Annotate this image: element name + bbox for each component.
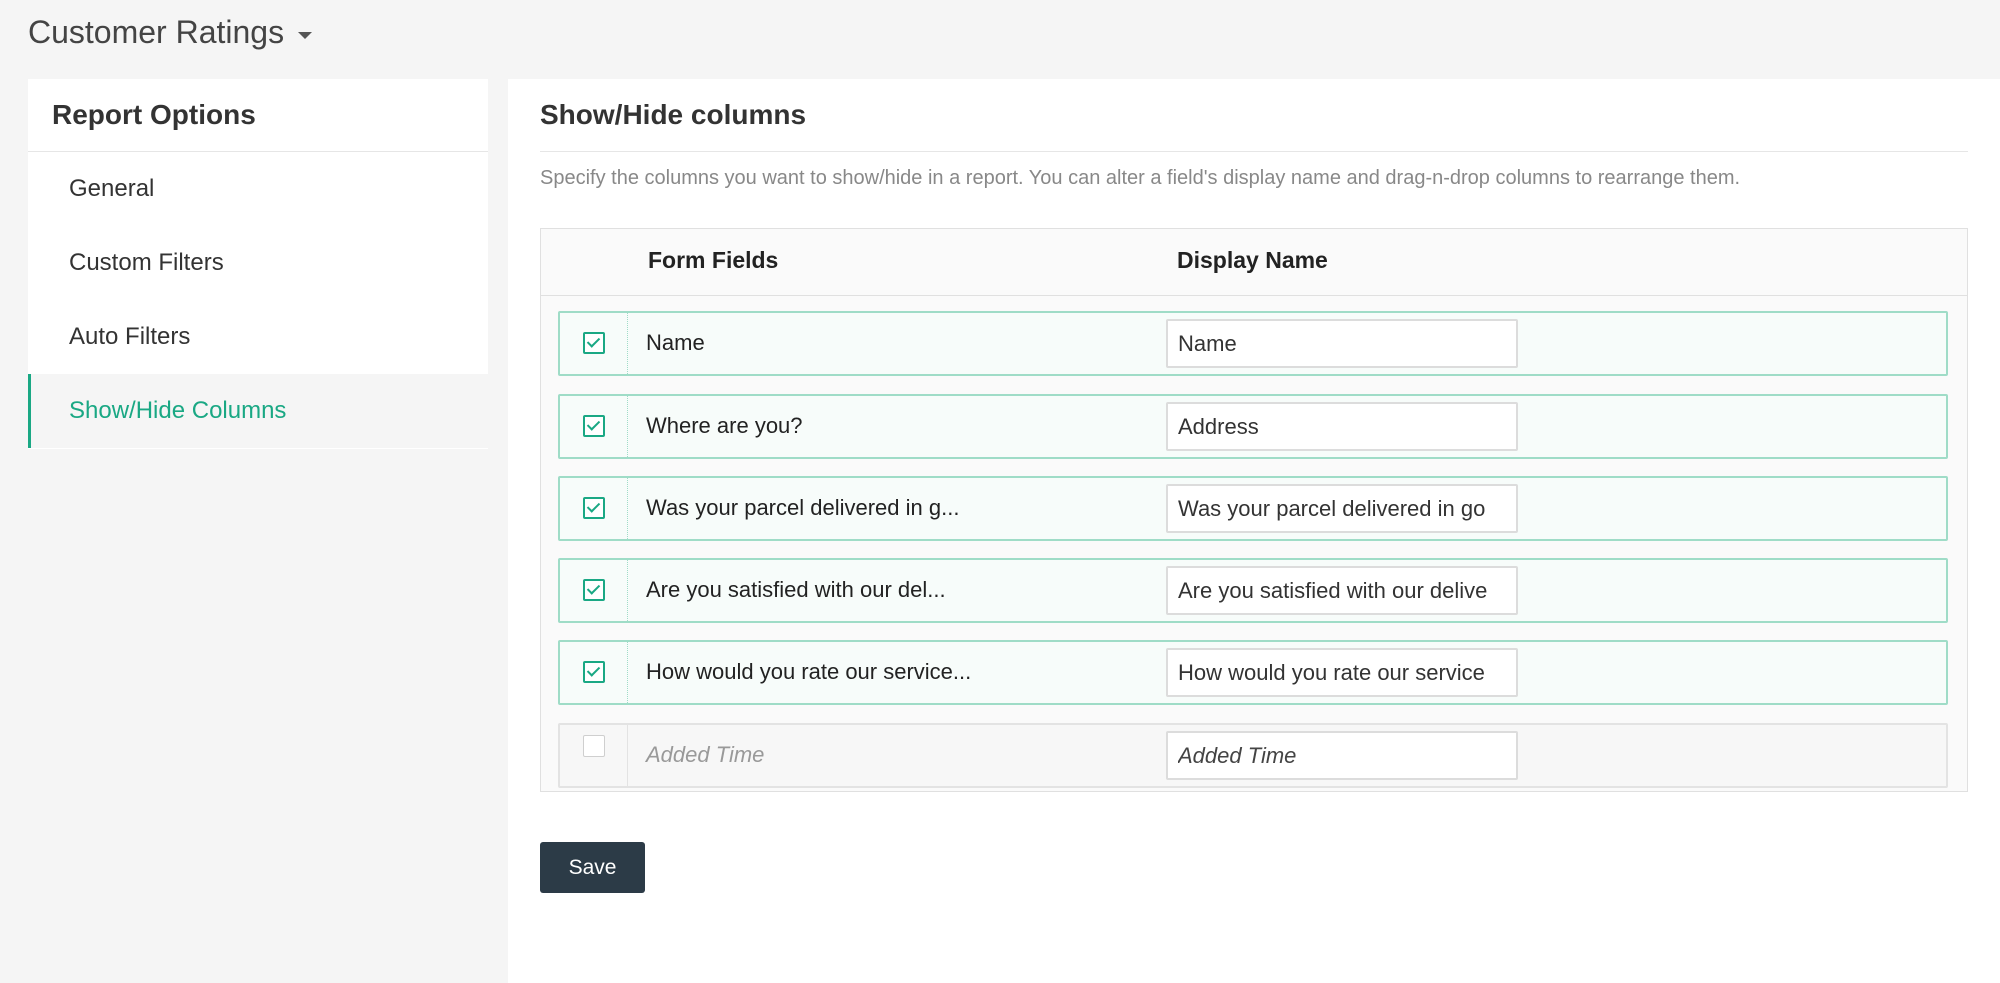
sidebar-item-custom-filters[interactable]: Custom Filters [28,226,488,300]
header-form-fields: Form Fields [648,247,779,273]
save-button[interactable]: Save [540,842,645,893]
drag-handle[interactable] [627,725,628,786]
display-name-input[interactable] [1166,402,1518,451]
column-checkbox[interactable] [583,735,605,757]
page-title: Show/Hide columns [540,99,807,130]
check-icon [586,417,601,431]
header-display-name: Display Name [1177,247,1328,273]
check-icon [586,581,601,595]
display-name-input[interactable] [1166,566,1518,615]
drag-handle[interactable] [627,313,628,374]
main-panel: Show/Hide columns Specify the columns yo… [508,79,2000,983]
divider [540,151,1968,152]
columns-table: Form Fields Display Name Name Where are … [540,228,1968,792]
drag-handle[interactable] [627,396,628,457]
column-checkbox[interactable] [583,661,605,683]
report-title-dropdown[interactable]: Customer Ratings [28,14,313,51]
table-header: Form Fields Display Name [541,229,1967,296]
form-field-label: Was your parcel delivered in g... [646,495,960,520]
column-checkbox[interactable] [583,579,605,601]
table-row[interactable]: Name [558,311,1948,376]
table-row[interactable]: Where are you? [558,394,1948,459]
report-title: Customer Ratings [28,14,285,50]
table-row[interactable]: Was your parcel delivered in g... [558,476,1948,541]
form-field-label: How would you rate our service... [646,659,972,684]
table-row[interactable]: Added Time [558,723,1948,788]
table-row[interactable]: Are you satisfied with our del... [558,558,1948,623]
form-field-label: Where are you? [646,413,803,438]
display-name-input[interactable] [1166,648,1518,697]
display-name-input[interactable] [1166,319,1518,368]
display-name-input[interactable] [1166,731,1518,780]
display-name-input[interactable] [1166,484,1518,533]
form-field-label: Are you satisfied with our del... [646,577,946,602]
check-icon [586,334,601,348]
sidebar-heading: Report Options [28,79,488,152]
check-icon [586,663,601,677]
form-field-label: Added Time [646,742,765,767]
page-description: Specify the columns you want to show/hid… [540,167,1741,189]
sidebar-item-show-hide-columns[interactable]: Show/Hide Columns [28,374,488,448]
sidebar-item-general[interactable]: General [28,152,488,226]
form-field-label: Name [646,330,705,355]
report-options-panel: Report Options General Custom Filters Au… [28,79,488,449]
chevron-down-icon [298,32,313,39]
drag-handle[interactable] [627,478,628,539]
drag-handle[interactable] [627,642,628,703]
table-row[interactable]: How would you rate our service... [558,640,1948,705]
sidebar-item-auto-filters[interactable]: Auto Filters [28,300,488,374]
column-checkbox[interactable] [583,415,605,437]
drag-handle[interactable] [627,560,628,621]
column-checkbox[interactable] [583,332,605,354]
column-checkbox[interactable] [583,497,605,519]
check-icon [586,499,601,513]
